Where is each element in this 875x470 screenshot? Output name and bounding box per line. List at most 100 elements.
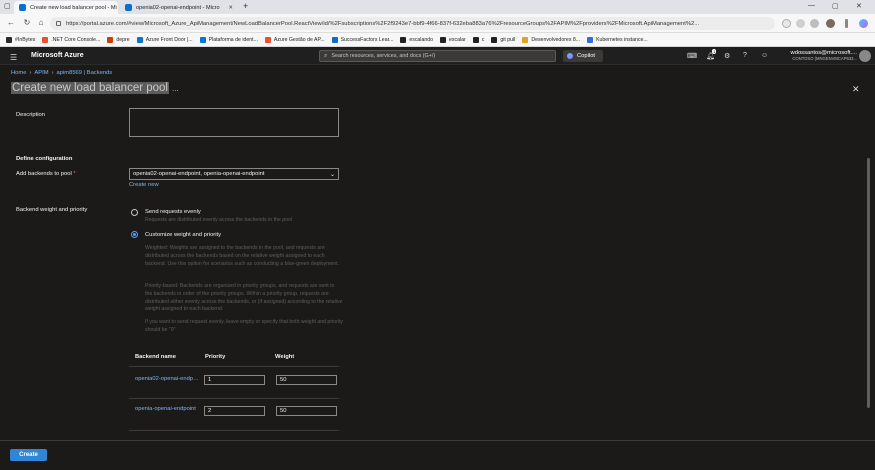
bookmark-label: c xyxy=(481,36,485,43)
extensions-icon[interactable] xyxy=(796,19,805,28)
bookmark-label: Azure Gestão de AP... xyxy=(273,36,325,43)
bookmark-item[interactable]: Azure Gestão de AP... xyxy=(264,36,325,43)
chevron-right-icon: › xyxy=(51,70,54,76)
avatar[interactable] xyxy=(859,50,871,62)
home-icon[interactable]: ⌂ xyxy=(36,18,46,27)
copilot-browser-icon[interactable] xyxy=(859,19,868,28)
weight-priority-label: Backend weight and priority xyxy=(16,207,88,213)
bookmark-label: depre xyxy=(116,36,130,43)
maximize-icon[interactable]: ▢ xyxy=(832,2,839,10)
new-tab-button[interactable]: + xyxy=(243,1,248,11)
close-blade-icon[interactable]: ✕ xyxy=(852,84,860,95)
bookmark-label: .NET Core Console... xyxy=(51,36,101,43)
radio-send-evenly[interactable] xyxy=(131,209,138,216)
more-options-icon[interactable]: ... xyxy=(172,84,179,93)
refresh-icon[interactable]: ↻ xyxy=(22,18,32,27)
row-divider xyxy=(129,366,339,367)
backend-link[interactable]: openia02-openai-endpoint xyxy=(135,376,199,382)
bookmark-favicon-icon xyxy=(587,36,594,43)
breadcrumb-home[interactable]: Home xyxy=(11,70,26,76)
bookmark-item[interactable]: escalando xyxy=(400,36,433,43)
bookmark-item[interactable]: Azure Front Door |... xyxy=(136,36,193,43)
address-bar-row: ← ↻ ⌂ https://portal.azure.com/#view/Mic… xyxy=(0,14,875,33)
bookmark-favicon-icon xyxy=(522,36,529,43)
azure-icon xyxy=(125,4,132,11)
feedback-icon[interactable]: ☺ xyxy=(761,52,768,59)
chevron-down-icon: ⌄ xyxy=(329,171,335,178)
bookmark-item[interactable]: Desenvolvedores 8... xyxy=(522,36,580,43)
bookmark-favicon-icon xyxy=(472,36,479,43)
option-evenly-label: Send requests evenly xyxy=(145,209,201,215)
backend-link[interactable]: openia-openai-endpoint xyxy=(135,406,199,412)
breadcrumb-backends[interactable]: apim8569 | Backends xyxy=(57,70,113,76)
global-search-input[interactable]: ⌕ Search resources, services, and docs (… xyxy=(319,50,556,62)
tab-create-load-balancer-pool[interactable]: Create new load balancer pool - Mi ✕ xyxy=(14,1,118,14)
priority-input[interactable]: 2 xyxy=(204,406,265,416)
bookmark-item[interactable]: .NET Core Console... xyxy=(42,36,101,43)
minimize-icon[interactable]: — xyxy=(808,2,815,9)
favorites-icon[interactable] xyxy=(782,19,791,28)
description-field[interactable] xyxy=(129,108,339,137)
bookmark-item[interactable]: git pull xyxy=(491,36,516,43)
portal-brand[interactable]: Microsoft Azure xyxy=(31,52,84,59)
account-menu[interactable]: wdossantos@microsoft.... CONTOSO (MNGENV… xyxy=(781,50,857,61)
backends-dropdown[interactable]: openia02-openai-endpoint, openia-openai-… xyxy=(129,168,339,180)
bookmark-label: git pull xyxy=(500,36,516,43)
browser-tab-strip: Create new load balancer pool - Mi ✕ ope… xyxy=(0,0,875,14)
bookmark-label: Plataforma de ident... xyxy=(208,36,258,43)
description-label: Description xyxy=(16,112,45,118)
close-tab-icon[interactable]: ✕ xyxy=(224,5,233,11)
copilot-button[interactable]: Copilot xyxy=(563,50,603,62)
copilot-label: Copilot xyxy=(577,53,596,59)
scrollbar[interactable] xyxy=(865,98,872,438)
close-tab-icon[interactable]: ✕ xyxy=(117,5,118,11)
bookmark-favicon-icon xyxy=(6,36,12,43)
tab-actions-icon[interactable]: ▢ xyxy=(4,2,11,10)
copilot-icon xyxy=(567,53,573,59)
azure-top-bar: ☰ Microsoft Azure ⌕ Search resources, se… xyxy=(0,47,875,65)
bookmark-item[interactable]: #InBytes xyxy=(6,36,35,43)
menu-icon[interactable]: ☰ xyxy=(10,53,17,62)
url-input[interactable]: https://portal.azure.com/#view/Microsoft… xyxy=(50,17,775,30)
tab-label: Create new load balancer pool - Mi xyxy=(30,4,117,11)
lock-icon xyxy=(56,21,61,26)
url-text: https://portal.azure.com/#view/Microsoft… xyxy=(66,20,700,27)
bookmark-label: Azure Front Door |... xyxy=(145,36,193,43)
create-button[interactable]: Create xyxy=(10,449,47,461)
bookmark-favicon-icon xyxy=(136,36,143,43)
bookmark-favicon-icon xyxy=(440,36,446,43)
bookmark-favicon-icon xyxy=(400,36,407,43)
bookmark-item[interactable]: depre xyxy=(107,36,130,43)
bookmark-label: escalar xyxy=(449,36,466,43)
tab-openai-endpoint[interactable]: openia02-openai-endpoint - Micro ✕ xyxy=(120,1,238,14)
radio-customize[interactable] xyxy=(131,231,138,238)
settings-icon[interactable]: ⚙ xyxy=(724,52,730,60)
close-window-icon[interactable]: ✕ xyxy=(856,2,862,10)
weight-input[interactable]: 50 xyxy=(276,375,337,385)
column-header-priority: Priority xyxy=(205,354,226,360)
bookmark-favicon-icon xyxy=(107,36,114,43)
add-backends-label: Add backends to pool * xyxy=(16,171,76,177)
add-backends-label-text: Add backends to pool xyxy=(16,171,72,177)
bookmark-item[interactable]: Plataforma de ident... xyxy=(199,36,258,43)
cloud-shell-icon[interactable]: ⌨ xyxy=(687,52,697,60)
create-new-link[interactable]: Create new xyxy=(129,182,159,188)
bookmarks-bar: #InBytes .NET Core Console... depre Azure F… xyxy=(0,33,875,47)
help-icon[interactable]: ? xyxy=(743,52,747,59)
bookmark-favicon-icon xyxy=(491,36,498,43)
bookmark-item[interactable]: SuccessFactors Lear... xyxy=(331,36,394,43)
bookmark-label: SuccessFactors Lear... xyxy=(340,36,394,43)
bookmark-item[interactable]: escalar xyxy=(440,36,466,43)
more-icon[interactable] xyxy=(845,19,848,28)
bookmark-item[interactable]: Kubernetes instance... xyxy=(587,36,648,43)
profile-avatar[interactable] xyxy=(826,19,835,28)
collections-icon[interactable] xyxy=(810,19,819,28)
column-header-backend-name: Backend name xyxy=(135,354,176,360)
weight-input[interactable]: 50 xyxy=(276,406,337,416)
breadcrumb-apim[interactable]: APIM xyxy=(34,70,48,76)
backends-selected-value: openia02-openai-endpoint, openia-openai-… xyxy=(133,171,265,177)
back-icon[interactable]: ← xyxy=(6,18,16,27)
bookmark-item[interactable]: c xyxy=(472,36,485,43)
priority-input[interactable]: 1 xyxy=(204,375,265,385)
scrollbar-thumb[interactable] xyxy=(867,158,870,408)
